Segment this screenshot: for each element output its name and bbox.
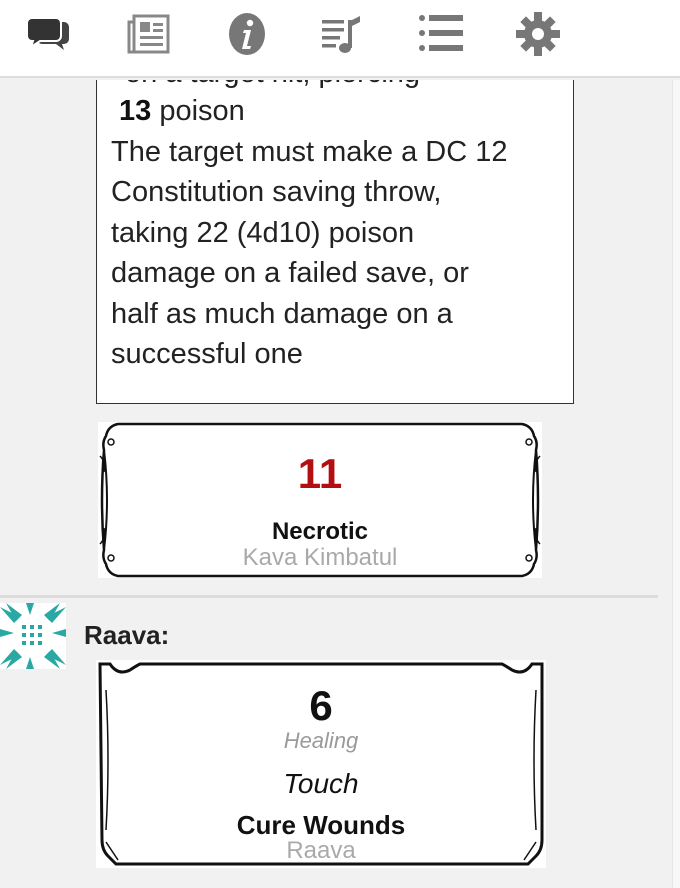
message-speaker: Raava: xyxy=(84,620,170,650)
settings-icon xyxy=(516,12,560,56)
roll-source: Kava Kimbatul xyxy=(242,544,398,571)
settings-tab[interactable] xyxy=(513,12,563,56)
roll-source: Raava xyxy=(286,837,356,858)
roll-type-label: Healing xyxy=(283,728,359,753)
description-line: The target must make a DC 12 xyxy=(111,135,508,168)
damage-type: poison xyxy=(159,95,245,127)
info-icon xyxy=(229,13,265,55)
description-line: taking 22 (4d10) poison xyxy=(111,216,415,249)
jukebox-icon xyxy=(322,16,360,53)
avatar[interactable] xyxy=(0,603,66,669)
journal-icon xyxy=(127,14,170,54)
top-toolbar xyxy=(0,0,680,78)
damage-line: 13 poison xyxy=(111,91,559,132)
necrotic-roll-card: 11 Necrotic Kava Kimbatul xyxy=(98,422,542,578)
roll-total[interactable]: 6 xyxy=(96,682,546,730)
chat-icon xyxy=(26,17,69,50)
spell-range: Touch xyxy=(283,768,359,799)
description-line: half as much damage on a xyxy=(111,297,453,330)
chat-log[interactable]: on a target hit, piercing 13 poison The … xyxy=(0,80,672,888)
clipped-line: on a target hit, piercing xyxy=(111,80,559,93)
attack-description-card: on a target hit, piercing 13 poison The … xyxy=(96,80,574,404)
compendium-tab[interactable] xyxy=(222,12,272,56)
roll-total[interactable]: 11 xyxy=(98,450,542,498)
collections-tab[interactable] xyxy=(416,12,466,56)
chat-tab[interactable] xyxy=(24,12,74,56)
journal-tab[interactable] xyxy=(124,12,174,56)
description-line: damage on a failed save, or xyxy=(111,257,469,289)
collections-icon xyxy=(419,15,463,51)
damage-amount[interactable]: 13 xyxy=(119,95,151,127)
avatar-pattern-icon xyxy=(0,603,66,669)
jukebox-tab[interactable] xyxy=(318,12,368,56)
chat-scrollbar[interactable] xyxy=(672,80,680,888)
healing-roll-card: 6 Healing Touch Cure Wounds Raava xyxy=(96,660,546,868)
message-divider xyxy=(0,595,658,598)
description-line: successful one xyxy=(111,338,303,370)
description-line: Constitution saving throw, xyxy=(111,176,442,208)
damage-type-label: Necrotic xyxy=(271,518,369,545)
